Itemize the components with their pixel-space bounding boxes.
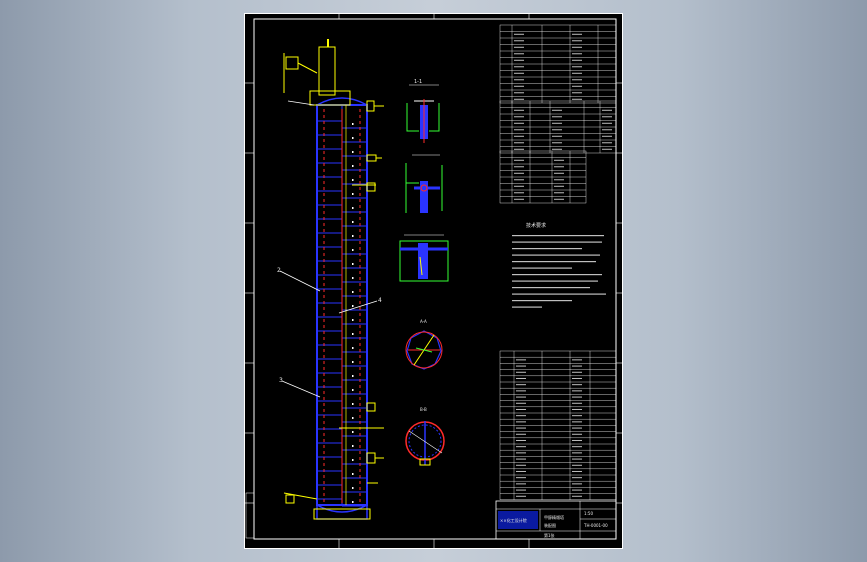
- tray-marker: [352, 403, 354, 405]
- tray-marker: [352, 347, 354, 349]
- tray-marker: [352, 319, 354, 321]
- revision-block: [245, 492, 255, 539]
- note-line: [512, 254, 600, 256]
- tray-marker: [352, 263, 354, 265]
- downcomers: [323, 105, 361, 505]
- section-4-label: A-A: [420, 319, 427, 324]
- tray-marker: [352, 445, 354, 447]
- title-number: TH-0001-00: [583, 523, 608, 528]
- title-block: ××化工设计院 甲醇精馏塔 装配图 1:50 TH-0001-00 第1张: [495, 500, 617, 540]
- parameter-table: [499, 150, 587, 204]
- tray-marker: [352, 137, 354, 139]
- note-line: [512, 241, 602, 243]
- note-line: [512, 274, 602, 276]
- note-line: [512, 235, 604, 237]
- data-tables: [499, 24, 617, 501]
- title-sheet: 第1张: [544, 532, 555, 538]
- tray-marker: [352, 417, 354, 419]
- tray-marker: [352, 361, 354, 363]
- tray-marker: [352, 333, 354, 335]
- nozzles-left: [283, 53, 318, 504]
- tray-marker: [352, 473, 354, 475]
- tray-marker: [352, 235, 354, 237]
- tray-marker: [352, 291, 354, 293]
- tray-marker: [352, 305, 354, 307]
- notes-title: 技术要求: [526, 222, 546, 229]
- parameter-table: [499, 24, 617, 104]
- tray-marker: [352, 389, 354, 391]
- note-line: [512, 248, 582, 250]
- title-scale: 1:50: [584, 511, 593, 516]
- tray-marker: [352, 179, 354, 181]
- tray-marker: [352, 123, 354, 125]
- note-line: [512, 267, 572, 269]
- drawing-frame: [253, 18, 617, 540]
- title-company: ××化工设计院: [500, 517, 527, 523]
- note-line: [512, 300, 572, 302]
- tray-marker: [352, 165, 354, 167]
- tray-markers: [352, 123, 354, 503]
- detail-views: 1-1 A-A B-B: [399, 79, 449, 466]
- tray-marker: [352, 207, 354, 209]
- tray-marker: [352, 277, 354, 279]
- leader-lines: [279, 100, 378, 398]
- tray-marker: [352, 487, 354, 489]
- tray-marker: [352, 193, 354, 195]
- tray-marker: [352, 375, 354, 377]
- parameter-table: [499, 100, 617, 154]
- column-vessel: [309, 39, 371, 520]
- note-line: [512, 287, 590, 289]
- tray-marker: [352, 249, 354, 251]
- note-line: [512, 280, 598, 282]
- drawing-sheet: 2 3 4 1-1 A-A B-B 技术要求 ××化工设计院 甲醇精馏塔 装配图…: [244, 13, 623, 549]
- note-line: [512, 306, 542, 308]
- note-line: [512, 261, 596, 263]
- tray-marker: [352, 151, 354, 153]
- tray-marker: [352, 501, 354, 503]
- top-nozzle: [318, 46, 336, 96]
- tray-marker: [352, 431, 354, 433]
- cad-drawing: 2 3 4 1-1 A-A B-B 技术要求 ××化工设计院 甲醇精馏塔 装配图…: [244, 13, 623, 549]
- tray-marker: [352, 221, 354, 223]
- technical-notes: [512, 235, 606, 308]
- detail-4-round: [405, 330, 443, 370]
- note-line: [512, 293, 606, 295]
- leader-label-2: 3: [279, 377, 283, 384]
- title-drawing: 装配图: [544, 522, 556, 528]
- section-5-label: B-B: [420, 407, 427, 412]
- tray-marker: [352, 459, 354, 461]
- leader-label-1: 2: [277, 267, 281, 274]
- detail-5-round: [405, 421, 445, 466]
- leader-label-3: 4: [378, 297, 382, 304]
- section-1-label: 1-1: [414, 79, 422, 85]
- title-name: 甲醇精馏塔: [544, 514, 564, 520]
